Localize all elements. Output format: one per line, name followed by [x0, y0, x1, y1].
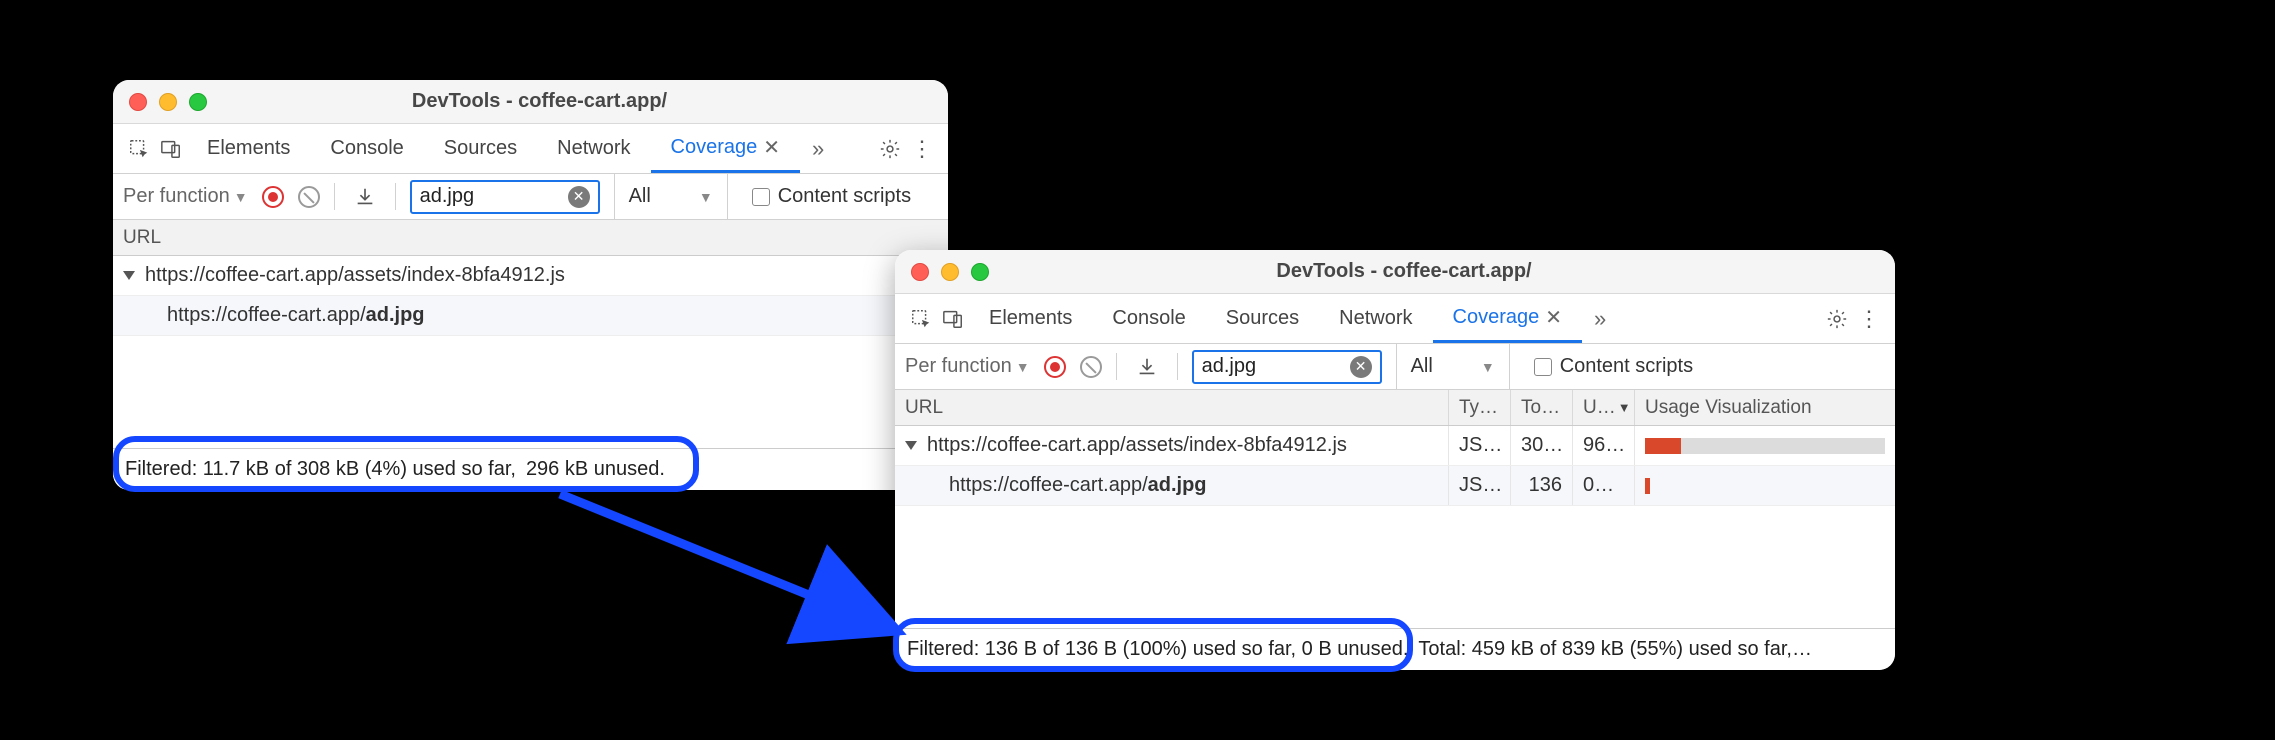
disclosure-triangle-icon[interactable] — [905, 441, 917, 450]
tab-coverage[interactable]: Coverage ✕ — [1433, 294, 1582, 343]
status-total: Total: 459 kB of 839 kB (55%) used so fa… — [1418, 638, 1812, 661]
chevron-down-icon: ▼ — [234, 189, 248, 205]
window-controls — [129, 93, 207, 111]
panel-tabs: Elements Console Sources Network Coverag… — [113, 124, 948, 174]
minimize-window-icon[interactable] — [941, 263, 959, 281]
row-usage — [1635, 426, 1895, 465]
tab-elements[interactable]: Elements — [969, 294, 1092, 343]
chevron-down-icon: ▼ — [1016, 359, 1030, 375]
more-tabs-icon[interactable]: » — [812, 136, 824, 162]
filter-text: ad.jpg — [1202, 355, 1257, 378]
export-button[interactable] — [349, 181, 381, 213]
devtools-window-after: DevTools - coffee-cart.app/ Elements Con… — [895, 250, 1895, 670]
tab-elements[interactable]: Elements — [187, 124, 310, 173]
checkbox-icon — [1534, 358, 1552, 376]
clear-button[interactable] — [1080, 356, 1102, 378]
more-tabs-icon[interactable]: » — [1594, 306, 1606, 332]
window-controls — [911, 263, 989, 281]
chevron-down-icon: ▼ — [1481, 359, 1495, 375]
zoom-window-icon[interactable] — [971, 263, 989, 281]
status-filtered: Filtered: 11.7 kB of 308 kB (4%) used so… — [125, 458, 516, 481]
tab-coverage-label: Coverage — [1453, 306, 1540, 329]
row-total: 136 — [1511, 466, 1573, 505]
export-button[interactable] — [1131, 351, 1163, 383]
granularity-select[interactable]: Per function▼ — [123, 185, 248, 208]
checkbox-icon — [752, 188, 770, 206]
clear-filter-icon[interactable]: ✕ — [568, 186, 590, 208]
kebab-menu-icon[interactable]: ⋮ — [906, 133, 938, 165]
clear-button[interactable] — [298, 186, 320, 208]
row-type: JS… — [1449, 426, 1511, 465]
row-unused: 0… — [1573, 466, 1635, 505]
device-toolbar-icon[interactable] — [937, 303, 969, 335]
row-url: https://coffee-cart.app/assets/index-8bf… — [927, 434, 1347, 457]
row-type: JS… — [1449, 466, 1511, 505]
status-filtered: Filtered: 136 B of 136 B (100%) used so … — [907, 638, 1408, 661]
record-button[interactable] — [262, 186, 284, 208]
row-url: https://coffee-cart.app/ad.jpg — [949, 474, 1207, 497]
table-row[interactable]: https://coffee-cart.app/assets/index-8bf… — [113, 256, 948, 296]
tab-sources[interactable]: Sources — [424, 124, 537, 173]
close-tab-icon[interactable]: ✕ — [1545, 305, 1562, 330]
tab-network[interactable]: Network — [1319, 294, 1432, 343]
close-window-icon[interactable] — [911, 263, 929, 281]
clear-filter-icon[interactable]: ✕ — [1350, 356, 1372, 378]
record-button[interactable] — [1044, 356, 1066, 378]
table-header: URL Ty… To… U…▼ Usage Visualization — [895, 390, 1895, 426]
devtools-window-before: DevTools - coffee-cart.app/ Elements Con… — [113, 80, 948, 490]
col-usage[interactable]: Usage Visualization — [1635, 390, 1895, 425]
inspect-element-icon[interactable] — [123, 133, 155, 165]
table-row[interactable]: https://coffee-cart.app/ad.jpg — [113, 296, 948, 336]
panel-tabs: Elements Console Sources Network Coverag… — [895, 294, 1895, 344]
tab-coverage-label: Coverage — [671, 136, 758, 159]
tab-console[interactable]: Console — [1092, 294, 1205, 343]
status-bar: Filtered: 11.7 kB of 308 kB (4%) used so… — [113, 448, 948, 490]
granularity-select[interactable]: Per function▼ — [905, 355, 1030, 378]
disclosure-triangle-icon[interactable] — [123, 271, 135, 280]
window-title: DevTools - coffee-cart.app/ — [989, 260, 1819, 283]
col-total[interactable]: To… — [1511, 390, 1573, 425]
close-tab-icon[interactable]: ✕ — [763, 135, 780, 160]
filter-text: ad.jpg — [420, 185, 475, 208]
window-title: DevTools - coffee-cart.app/ — [207, 90, 872, 113]
minimize-window-icon[interactable] — [159, 93, 177, 111]
coverage-type-select[interactable]: All▼ — [614, 174, 728, 219]
settings-gear-icon[interactable] — [1821, 303, 1853, 335]
titlebar: DevTools - coffee-cart.app/ — [895, 250, 1895, 294]
coverage-toolbar: Per function▼ ad.jpg ✕ All▼ Content scri… — [895, 344, 1895, 390]
row-unused: 96… — [1573, 426, 1635, 465]
col-unused[interactable]: U…▼ — [1573, 390, 1635, 425]
titlebar: DevTools - coffee-cart.app/ — [113, 80, 948, 124]
status-bar: Filtered: 136 B of 136 B (100%) used so … — [895, 628, 1895, 670]
row-usage — [1635, 466, 1895, 505]
col-url[interactable]: URL — [113, 220, 948, 255]
tab-sources[interactable]: Sources — [1206, 294, 1319, 343]
status-unused: 296 kB unused. — [526, 458, 665, 481]
close-window-icon[interactable] — [129, 93, 147, 111]
url-filter-input[interactable]: ad.jpg ✕ — [410, 180, 600, 214]
kebab-menu-icon[interactable]: ⋮ — [1853, 303, 1885, 335]
row-url: https://coffee-cart.app/ad.jpg — [167, 304, 425, 327]
device-toolbar-icon[interactable] — [155, 133, 187, 165]
table-row[interactable]: https://coffee-cart.app/assets/index-8bf… — [895, 426, 1895, 466]
chevron-down-icon: ▼ — [699, 189, 713, 205]
coverage-toolbar: Per function▼ ad.jpg ✕ All▼ Content scri… — [113, 174, 948, 220]
col-type[interactable]: Ty… — [1449, 390, 1511, 425]
table-header: URL — [113, 220, 948, 256]
row-url: https://coffee-cart.app/assets/index-8bf… — [145, 264, 565, 287]
tab-coverage[interactable]: Coverage ✕ — [651, 124, 800, 173]
row-total: 30… — [1511, 426, 1573, 465]
coverage-type-select[interactable]: All▼ — [1396, 344, 1510, 389]
inspect-element-icon[interactable] — [905, 303, 937, 335]
content-scripts-checkbox[interactable]: Content scripts — [752, 185, 911, 208]
content-scripts-checkbox[interactable]: Content scripts — [1534, 355, 1693, 378]
url-filter-input[interactable]: ad.jpg ✕ — [1192, 350, 1382, 384]
zoom-window-icon[interactable] — [189, 93, 207, 111]
sort-desc-icon: ▼ — [1618, 400, 1631, 415]
settings-gear-icon[interactable] — [874, 133, 906, 165]
col-url[interactable]: URL — [895, 390, 1449, 425]
tab-console[interactable]: Console — [310, 124, 423, 173]
table-row[interactable]: https://coffee-cart.app/ad.jpg JS… 136 0… — [895, 466, 1895, 506]
tab-network[interactable]: Network — [537, 124, 650, 173]
